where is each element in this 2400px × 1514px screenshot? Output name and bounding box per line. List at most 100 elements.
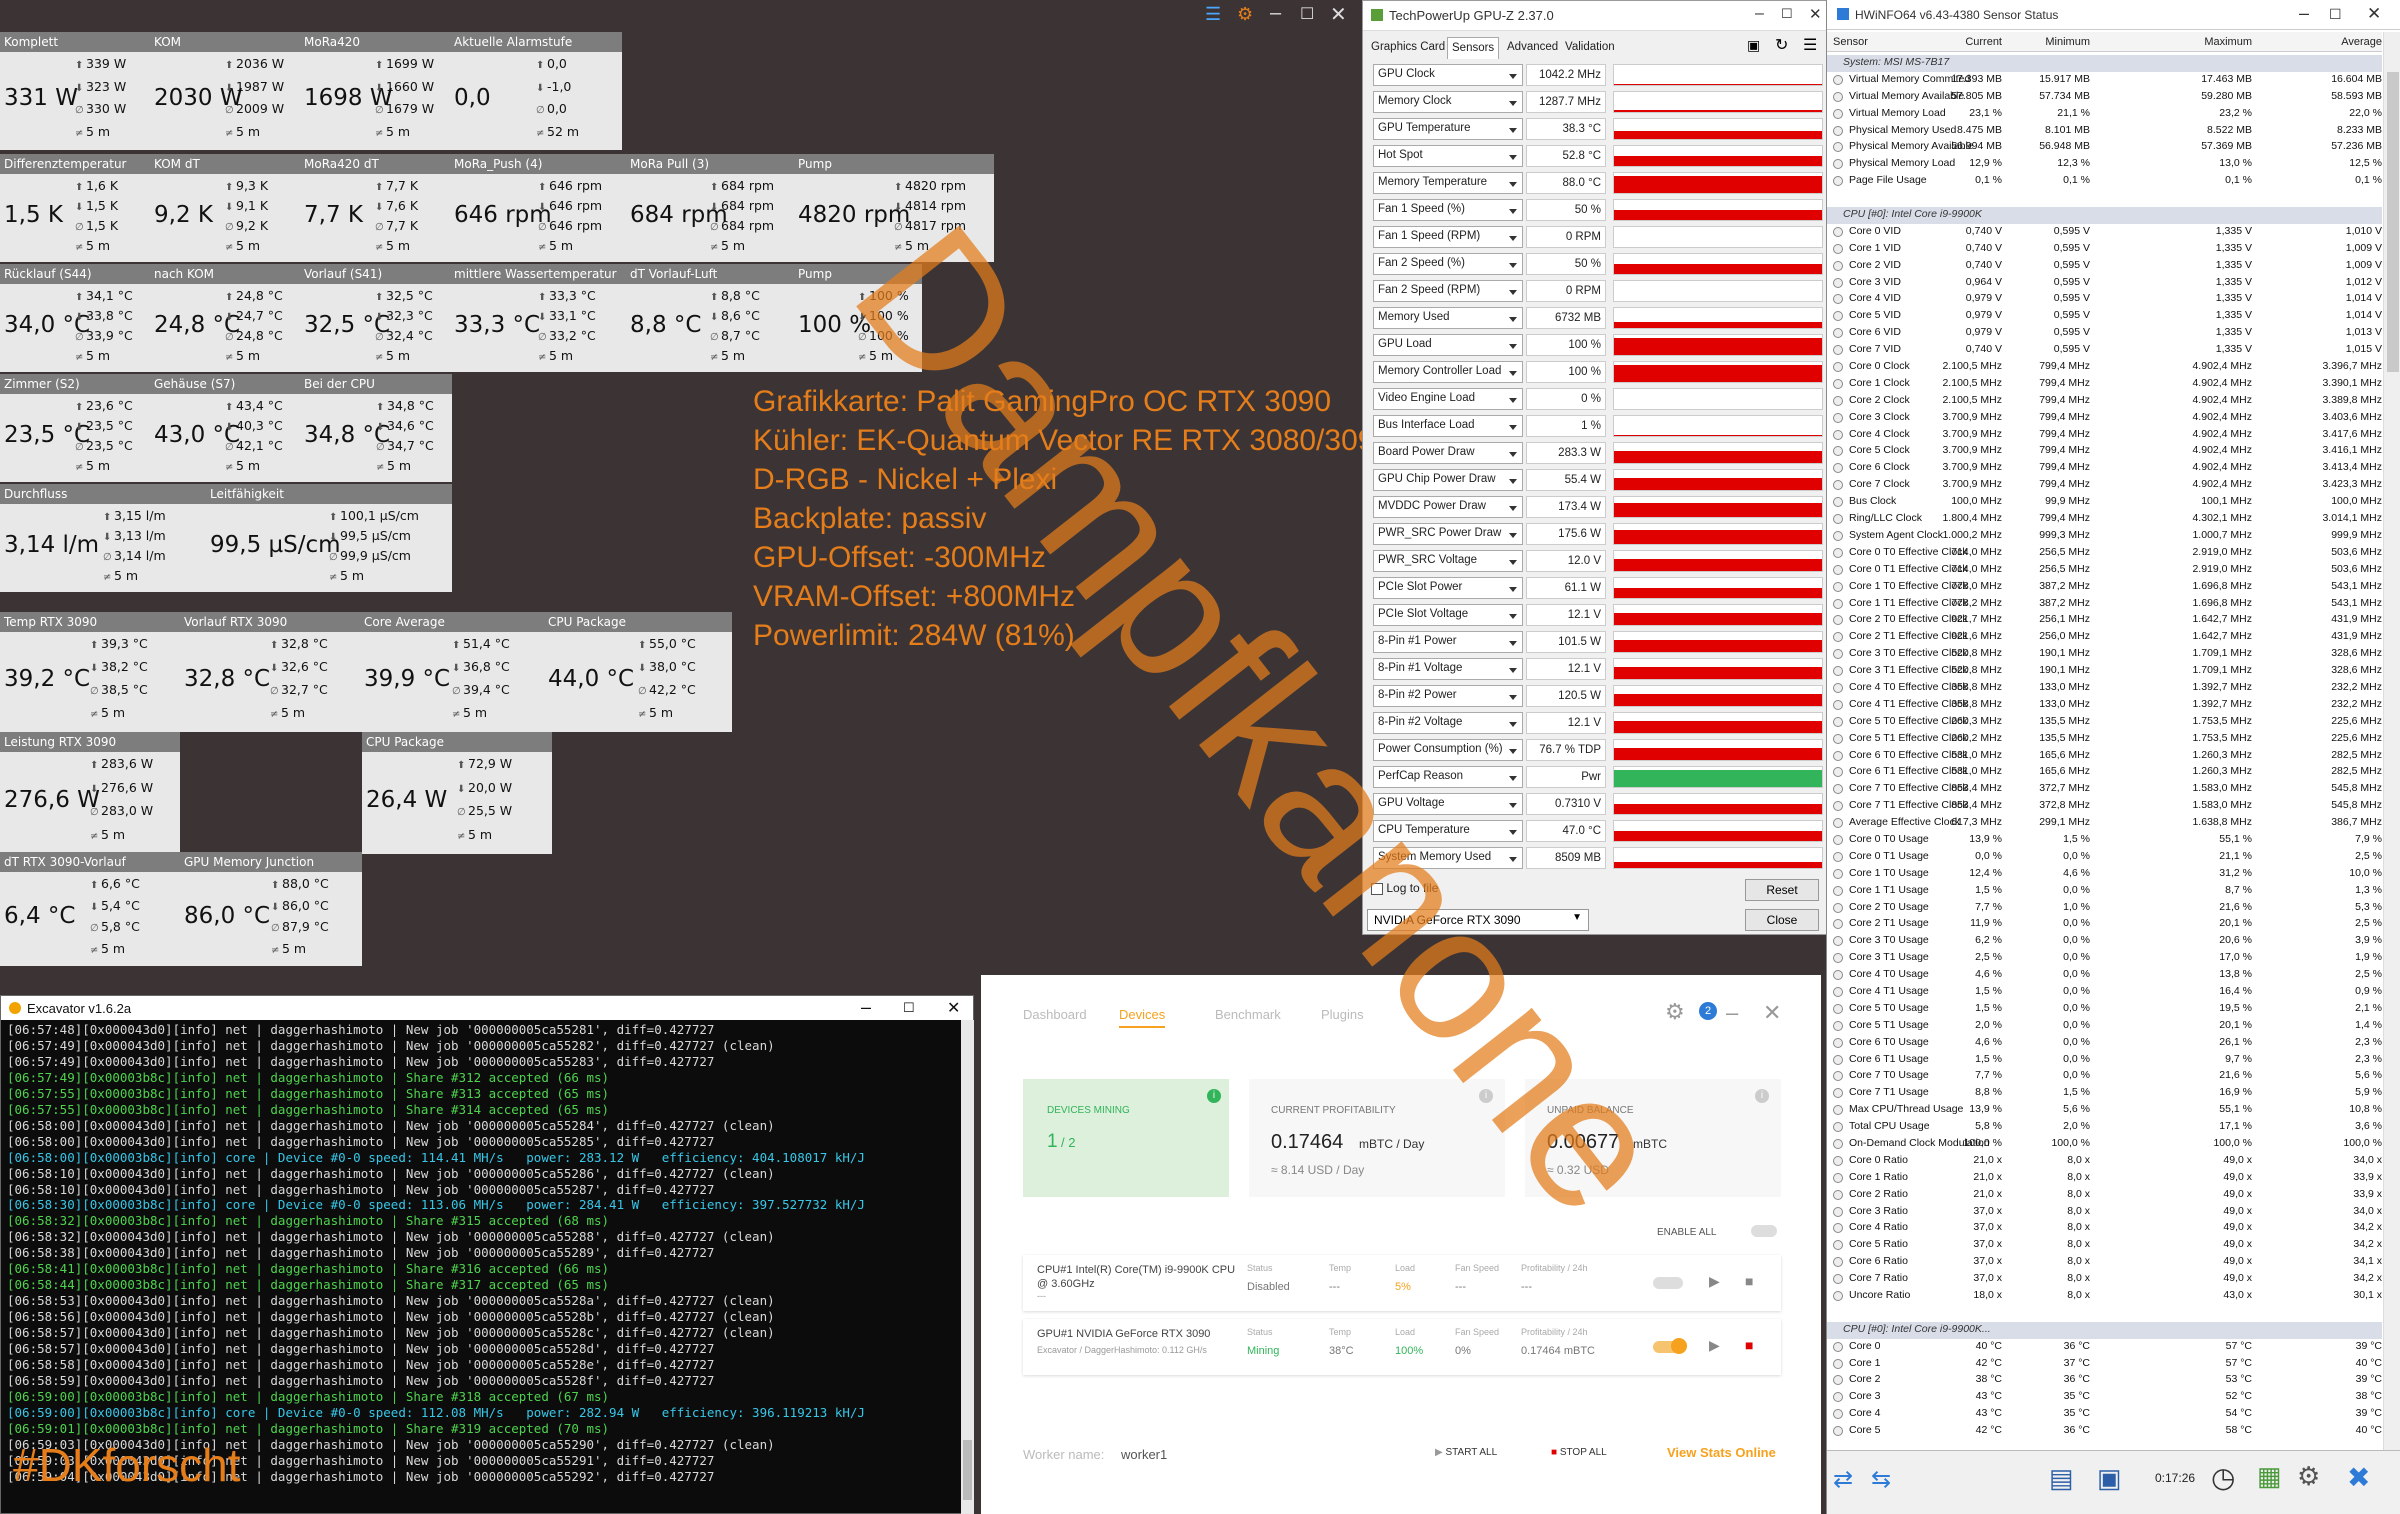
tab-advanced[interactable]: Advanced (1503, 37, 1562, 59)
sensor-row[interactable]: Core 4 T1 Effective Clock 358,8 MHz 133,0 … (1827, 697, 2382, 714)
sensor-row[interactable]: Average Effective Clock 617,3 MHz 299,1 MH… (1827, 815, 2382, 832)
sensor-label-dropdown[interactable]: 8-Pin #1 Power (1373, 631, 1523, 653)
close-icon[interactable]: ✕ (1809, 5, 1822, 23)
menu-icon[interactable]: ☰ (1803, 35, 1817, 55)
monitor-icon[interactable]: ▣ (2097, 1463, 2122, 1494)
scroll-thumb[interactable] (2387, 72, 2399, 372)
sensor-cell[interactable]: 26,4 W ⬆ 72,9 W ⬇ 20,0 W ∅ 25,5 W ≠ 5 m (362, 752, 552, 854)
tab-plugins[interactable]: Plugins (1321, 1007, 1364, 1022)
sensor-cell[interactable]: 23,5 °C ⬆ 23,6 °C ⬇ 23,5 °C ∅ 23,5 °C ≠ 5 m (0, 394, 150, 482)
close-button[interactable]: Close (1745, 909, 1819, 931)
sensor-row[interactable]: Core 3 T0 Usage 6,2 % 0,0 % 20,6 % 3,9 % (1827, 933, 2382, 950)
sensor-cell[interactable]: 32,5 °C ⬆ 32,5 °C ⬇ 32,3 °C ∅ 32,4 °C ≠ 5 m (300, 284, 450, 372)
sensor-label-dropdown[interactable]: PWR_SRC Voltage (1373, 550, 1523, 572)
sensor-label-dropdown[interactable]: Fan 1 Speed (%) (1373, 199, 1523, 221)
clock-icon[interactable]: ◷ (2211, 1461, 2235, 1494)
view-stats-link[interactable]: View Stats Online (1667, 1445, 1776, 1460)
close-icon[interactable]: ✕ (947, 998, 960, 1018)
sensor-cell[interactable]: 33,3 °C ⬆ 33,3 °C ⬇ 33,1 °C ∅ 33,2 °C ≠ 5 m (450, 284, 626, 372)
sensor-row[interactable]: Total CPU Usage 5,8 % 2,0 % 17,1 % 3,6 % (1827, 1119, 2382, 1136)
sensor-label-dropdown[interactable]: Memory Used (1373, 307, 1523, 329)
reset-button[interactable]: Reset (1745, 879, 1819, 901)
info-icon[interactable]: i (1207, 1089, 1221, 1103)
sensor-row[interactable]: Core 7 T0 Usage 7,7 % 0,0 % 21,6 % 5,6 % (1827, 1068, 2382, 1085)
sensor-cell[interactable]: 331 W ⬆ 339 W ⬇ 323 W ∅ 330 W ≠ 5 m (0, 52, 150, 150)
sensor-row[interactable]: Core 7 T1 Usage 8,8 % 1,5 % 16,9 % 5,9 % (1827, 1085, 2382, 1102)
layers-icon[interactable]: ☰ (1205, 4, 1221, 25)
sensor-row[interactable]: Core 7 T0 Effective Clock 853,4 MHz 372,7 … (1827, 781, 2382, 798)
sensor-cell[interactable]: 43,0 °C ⬆ 43,4 °C ⬇ 40,3 °C ∅ 42,1 °C ≠ 5 m (150, 394, 300, 482)
hwinfo-scrollbar[interactable] (2383, 32, 2400, 1450)
sensor-label-dropdown[interactable]: PerfCap Reason (1373, 766, 1523, 788)
sensor-row[interactable]: System Agent Clock 1.000,2 MHz 999,3 MHz 1.… (1827, 528, 2382, 545)
info-icon[interactable]: i (1755, 1089, 1769, 1103)
tab-validation[interactable]: Validation (1561, 37, 1619, 59)
sensor-label-dropdown[interactable]: MVDDC Power Draw (1373, 496, 1523, 518)
sensor-row[interactable]: Virtual Memory Load 23,1 % 21,1 % 23,2 % 22,… (1827, 106, 2382, 123)
refresh-icon[interactable]: ↻ (1775, 35, 1788, 55)
sensor-row[interactable]: Core 3 T0 Effective Clock 520,8 MHz 190,1 … (1827, 646, 2382, 663)
sensor-label-dropdown[interactable]: GPU Clock (1373, 64, 1523, 86)
minimize-icon[interactable]: – (2299, 3, 2309, 24)
sensor-label-dropdown[interactable]: Fan 2 Speed (RPM) (1373, 280, 1523, 302)
sensor-row[interactable]: Core 2 VID 0,740 V 0,595 V 1,335 V 1,009 V (1827, 258, 2382, 275)
sensor-row[interactable]: Core 7 VID 0,740 V 0,595 V 1,335 V 1,015 V (1827, 342, 2382, 359)
maximize-icon[interactable]: ☐ (2329, 6, 2342, 23)
col-current[interactable]: Current (1965, 36, 2002, 48)
sensor-row[interactable]: Core 2 Clock 2.100,5 MHz 799,4 MHz 4.902,4 … (1827, 393, 2382, 410)
sensor-cell[interactable]: 39,2 °C ⬆ 39,3 °C ⬇ 38,2 °C ∅ 38,5 °C ≠ 5 m (0, 632, 180, 732)
sensor-row[interactable]: Ring/LLC Clock 1.800,4 MHz 799,4 MHz 4.302,… (1827, 511, 2382, 528)
sensor-label-dropdown[interactable]: PWR_SRC Power Draw (1373, 523, 1523, 545)
sensor-row[interactable]: Core 3 43 °C 35 °C 52 °C 38 °C (1827, 1389, 2382, 1406)
col-sensor[interactable]: Sensor (1833, 36, 1868, 48)
info-icon[interactable]: i (1479, 1089, 1493, 1103)
camera-icon[interactable]: ▣ (1747, 37, 1760, 54)
nav-arrows-alt-icon[interactable]: ⇆ (1871, 1465, 1891, 1494)
sensor-row[interactable]: Core 0 T0 Effective Clock 714,0 MHz 256,5 … (1827, 545, 2382, 562)
sensor-cell[interactable]: 1698 W ⬆ 1699 W ⬇ 1660 W ∅ 1679 W ≠ 5 m (300, 52, 450, 150)
sensor-row[interactable]: Core 1 42 °C 37 °C 57 °C 40 °C (1827, 1356, 2382, 1373)
sensor-row[interactable]: Core 7 T1 Effective Clock 853,4 MHz 372,8 … (1827, 798, 2382, 815)
network-icon[interactable]: ▤ (2049, 1463, 2074, 1494)
sensor-row[interactable]: Uncore Ratio 18,0 x 8,0 x 43,0 x 30,1 x (1827, 1288, 2382, 1305)
sensor-label-dropdown[interactable]: Fan 1 Speed (RPM) (1373, 226, 1523, 248)
close-icon[interactable]: ✕ (1330, 2, 1347, 27)
sensor-row[interactable]: Max CPU/Thread Usage 13,9 % 5,6 % 55,1 % 10,… (1827, 1102, 2382, 1119)
sensor-row[interactable]: Core 0 Ratio 21,0 x 8,0 x 49,0 x 34,0 x (1827, 1153, 2382, 1170)
col-minimum[interactable]: Minimum (2045, 36, 2090, 48)
tab-graphics-card[interactable]: Graphics Card (1367, 37, 1449, 59)
stop-icon[interactable]: ■ (1745, 1337, 1753, 1353)
sensor-row[interactable]: Core 1 T0 Effective Clock 778,0 MHz 387,2 … (1827, 579, 2382, 596)
sensor-label-dropdown[interactable]: Board Power Draw (1373, 442, 1523, 464)
sensor-cell[interactable]: 646 rpm ⬆ 646 rpm ⬇ 646 rpm ∅ 646 rpm ≠ 5 m (450, 174, 626, 262)
sensor-label-dropdown[interactable]: Memory Controller Load (1373, 361, 1523, 383)
sensor-row[interactable]: Core 1 VID 0,740 V 0,595 V 1,335 V 1,009 V (1827, 241, 2382, 258)
close-icon[interactable]: ✕ (1763, 1000, 1781, 1026)
sensor-row[interactable]: Core 5 T1 Effective Clock 260,2 MHz 135,5 … (1827, 731, 2382, 748)
sensor-label-dropdown[interactable]: 8-Pin #1 Voltage (1373, 658, 1523, 680)
sensor-cell[interactable]: 24,8 °C ⬆ 24,8 °C ⬇ 24,7 °C ∅ 24,8 °C ≠ 5 m (150, 284, 300, 372)
play-icon[interactable]: ▶ (1709, 1273, 1720, 1290)
sensor-row[interactable]: Core 2 38 °C 36 °C 53 °C 39 °C (1827, 1372, 2382, 1389)
sensor-cell[interactable]: 44,0 °C ⬆ 55,0 °C ⬇ 38,0 °C ∅ 42,2 °C ≠ 5 m (544, 632, 732, 732)
sensor-row[interactable]: Core 1 T1 Usage 1,5 % 0,0 % 8,7 % 1,3 % (1827, 883, 2382, 900)
close-x-icon[interactable]: ✖ (2347, 1461, 2370, 1494)
sensor-group-header[interactable]: System: MSI MS-7B17 (1827, 55, 2382, 72)
sensor-label-dropdown[interactable]: 8-Pin #2 Power (1373, 685, 1523, 707)
sensor-row[interactable]: Physical Memory Available 56.994 MB 56.948… (1827, 139, 2382, 156)
sensor-row[interactable]: Core 3 VID 0,964 V 0,595 V 1,335 V 1,012 V (1827, 275, 2382, 292)
sensor-row[interactable]: Virtual Memory Available 57.805 MB 57.734 … (1827, 89, 2382, 106)
gear-icon[interactable]: ⚙ (1665, 999, 1685, 1025)
sensor-row[interactable]: Core 0 T0 Usage 13,9 % 1,5 % 55,1 % 7,9 % (1827, 832, 2382, 849)
device-toggle[interactable] (1653, 1277, 1683, 1289)
sensor-row[interactable]: Core 7 Ratio 37,0 x 8,0 x 49,0 x 34,2 x (1827, 1271, 2382, 1288)
sensor-row[interactable]: Core 2 T1 Usage 11,9 % 0,0 % 20,1 % 2,5 % (1827, 916, 2382, 933)
sensor-cell[interactable]: 100 % ⬆ 100 % ⬇ 100 % ∅ 100 % ≠ 5 m (794, 284, 922, 372)
maximize-icon[interactable]: ☐ (1781, 6, 1793, 22)
sensor-row[interactable]: Core 6 VID 0,979 V 0,595 V 1,335 V 1,013 V (1827, 325, 2382, 342)
sensor-row[interactable]: Core 6 Ratio 37,0 x 8,0 x 49,0 x 34,1 x (1827, 1254, 2382, 1271)
sensor-row[interactable]: Core 4 Ratio 37,0 x 8,0 x 49,0 x 34,2 x (1827, 1220, 2382, 1237)
sensor-label-dropdown[interactable]: 8-Pin #2 Voltage (1373, 712, 1523, 734)
log-checkbox[interactable] (1371, 882, 1383, 895)
stop-all-button[interactable]: ■ STOP ALL (1551, 1440, 1633, 1466)
